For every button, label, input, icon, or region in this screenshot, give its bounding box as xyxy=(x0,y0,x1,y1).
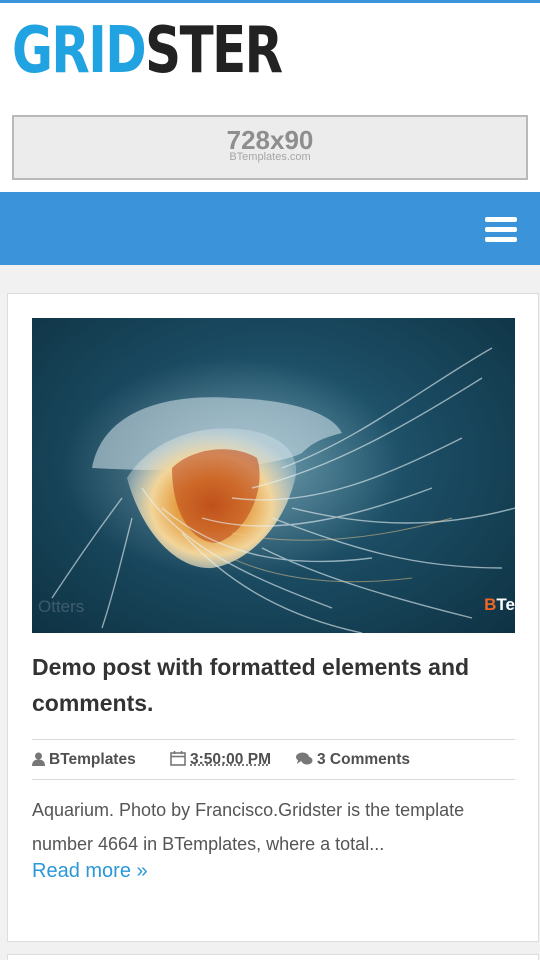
post-author[interactable]: BTemplates xyxy=(32,740,136,780)
user-icon xyxy=(32,752,45,766)
navigation-bar xyxy=(0,192,540,265)
next-post-card xyxy=(7,954,539,960)
hamburger-menu-icon[interactable] xyxy=(481,211,523,247)
post-time: 3:50:00 PM xyxy=(170,740,271,780)
post-title[interactable]: Demo post with formatted elements and co… xyxy=(32,649,502,721)
read-more-link[interactable]: Read more » xyxy=(32,857,148,885)
post-time-value: 3:50:00 PM xyxy=(190,751,271,768)
site-logo[interactable]: GRIDSTER xyxy=(12,9,283,93)
post-meta: BTemplates 3:50:00 PM 3 Comments xyxy=(32,739,515,780)
ad-size-label: 728x90 xyxy=(226,125,314,155)
post-thumbnail-image[interactable]: Otters BTe xyxy=(32,318,515,633)
post-card: Otters BTe Demo post with formatted elem… xyxy=(7,293,539,942)
comments-icon xyxy=(296,752,313,765)
image-watermark-left: Otters xyxy=(38,597,85,616)
menu-bar-line xyxy=(485,227,517,232)
post-author-name: BTemplates xyxy=(49,751,136,768)
post-excerpt: Aquarium. Photo by Francisco.Gridster is… xyxy=(32,800,465,854)
jellyfish-illustration xyxy=(51,347,515,633)
ad-banner-728x90[interactable]: 728x90 BTemplates.com xyxy=(12,115,528,180)
logo-part-ster: STER xyxy=(145,14,283,88)
menu-bar-line xyxy=(485,237,517,242)
menu-bar-line xyxy=(485,217,517,222)
ad-brand-label: BTemplates.com xyxy=(229,151,311,163)
site-header: GRIDSTER 728x90 BTemplates.com xyxy=(0,3,540,192)
post-comments[interactable]: 3 Comments xyxy=(296,740,410,780)
post-comments-count: 3 Comments xyxy=(317,751,411,768)
image-watermark-right: BTe xyxy=(484,595,515,614)
logo-part-grid: GRID xyxy=(12,14,147,88)
calendar-icon xyxy=(170,751,186,766)
